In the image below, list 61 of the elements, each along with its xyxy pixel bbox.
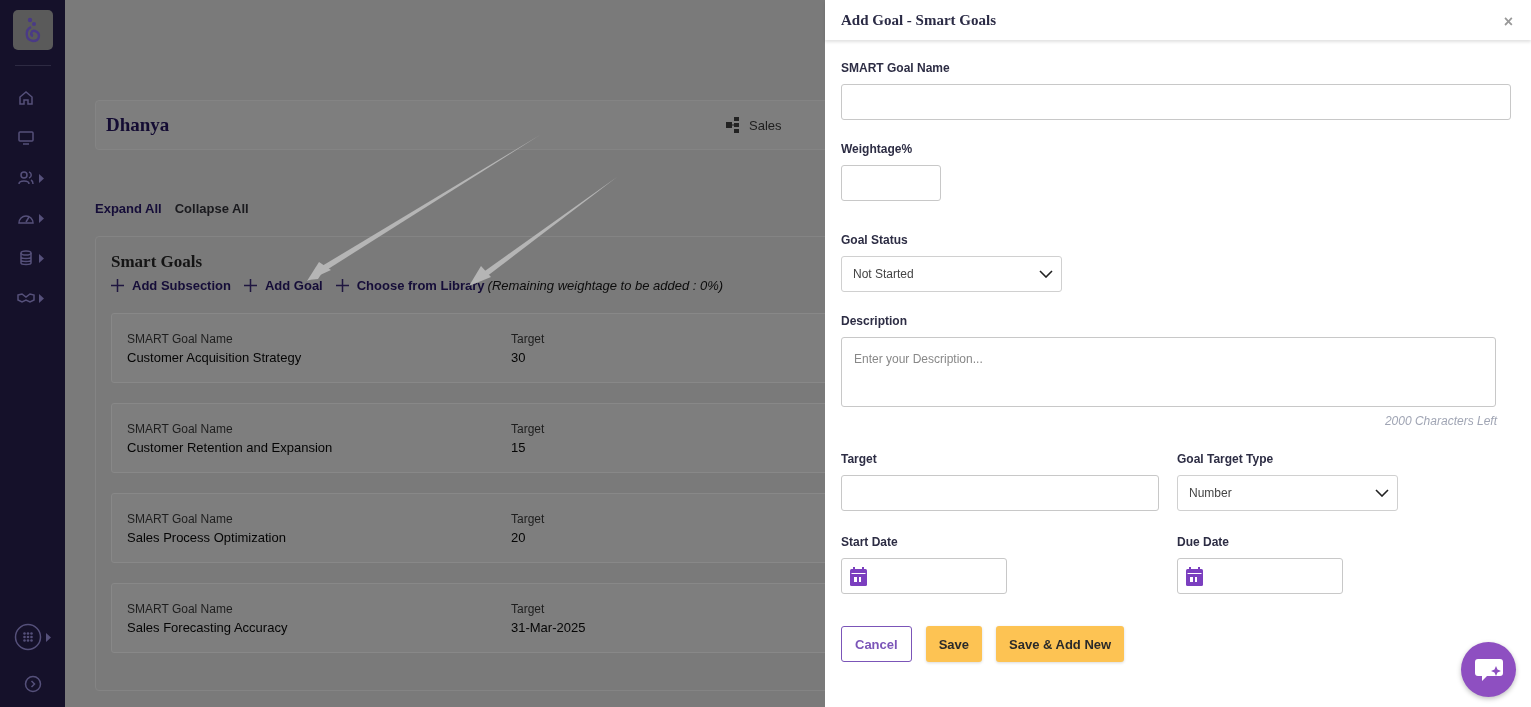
- date-input[interactable]: [841, 558, 1007, 594]
- target-label: Target: [511, 331, 545, 346]
- logo-icon: [12, 10, 53, 50]
- plus-icon: [111, 279, 124, 292]
- target-type-select[interactable]: Number: [1177, 475, 1398, 511]
- goal-name: Customer Retention and Expansion: [127, 439, 334, 455]
- target-label: Target: [511, 511, 545, 526]
- target-label: Target: [511, 421, 545, 436]
- drawer-title: Add Goal - Smart Goals: [841, 11, 996, 29]
- expand-sidebar-icon[interactable]: [23, 675, 42, 693]
- goal-name: Sales Forecasting Accuracy: [127, 619, 289, 635]
- goal-name-label: SMART Goal Name: [127, 511, 234, 526]
- chevron-down-icon: [1375, 489, 1389, 497]
- goal-name-label: SMART Goal Name: [127, 421, 234, 436]
- add-link[interactable]: Choose from Library: [335, 278, 485, 293]
- expand-all-link[interactable]: Expand All: [95, 201, 162, 216]
- goal-status-select[interactable]: Not Started: [841, 256, 1062, 292]
- target-label: Target: [511, 601, 546, 616]
- goal-name-label: SMART Goal Name: [127, 601, 234, 616]
- goal-name-input[interactable]: [841, 84, 1511, 120]
- field-label: Due Date: [1177, 535, 1230, 550]
- plus-icon: [243, 279, 257, 292]
- calendar-icon: [1186, 566, 1203, 586]
- target-input[interactable]: [841, 475, 1159, 511]
- employee-name: Dhanya: [106, 114, 171, 136]
- field-label: Goal Target Type: [1177, 452, 1275, 467]
- field-label: Start Date: [841, 535, 899, 550]
- date-input[interactable]: [1177, 558, 1343, 594]
- goal-name-label: SMART Goal Name: [127, 331, 234, 346]
- chevron-down-icon: [1039, 270, 1053, 278]
- save-button[interactable]: Save: [925, 626, 982, 662]
- department-label: Sales: [749, 117, 782, 133]
- calendar-icon: [850, 566, 867, 586]
- save-button[interactable]: Save & Add New: [996, 626, 1125, 662]
- goal-name: Customer Acquisition Strategy: [127, 349, 303, 365]
- home-icon[interactable]: [16, 89, 35, 107]
- add-link[interactable]: Add Goal: [243, 278, 323, 293]
- field-label: Goal Status: [841, 233, 908, 248]
- target-value: 31-Mar-2025: [511, 619, 586, 635]
- goal-name: Sales Process Optimization: [127, 529, 287, 545]
- remaining-weightage-note: (Remaining weightage to be added : 0%): [487, 278, 724, 293]
- add-link[interactable]: Add Subsection: [111, 278, 231, 293]
- collapse-all-link[interactable]: Collapse All: [174, 201, 249, 216]
- field-label: Weightage%: [841, 142, 913, 157]
- section-title: Smart Goals: [111, 252, 204, 272]
- close-button[interactable]: ×: [1501, 13, 1515, 31]
- field-label: Target: [841, 452, 878, 467]
- field-label: SMART Goal Name: [841, 61, 950, 76]
- weightage-input[interactable]: [841, 165, 941, 201]
- chat-icon: [1473, 656, 1504, 683]
- plus-icon: [335, 279, 349, 292]
- chat-button[interactable]: [1461, 642, 1516, 697]
- target-value: 15: [511, 439, 527, 455]
- apps-icon[interactable]: [14, 623, 42, 651]
- cancel-button[interactable]: Cancel: [841, 626, 912, 662]
- target-value: 20: [511, 529, 527, 545]
- description-input[interactable]: Enter your Description...: [841, 337, 1496, 407]
- people-icon[interactable]: [16, 169, 35, 187]
- field-label: Description: [841, 314, 907, 329]
- monitor-icon[interactable]: [16, 129, 35, 147]
- target-value: 30: [511, 349, 527, 365]
